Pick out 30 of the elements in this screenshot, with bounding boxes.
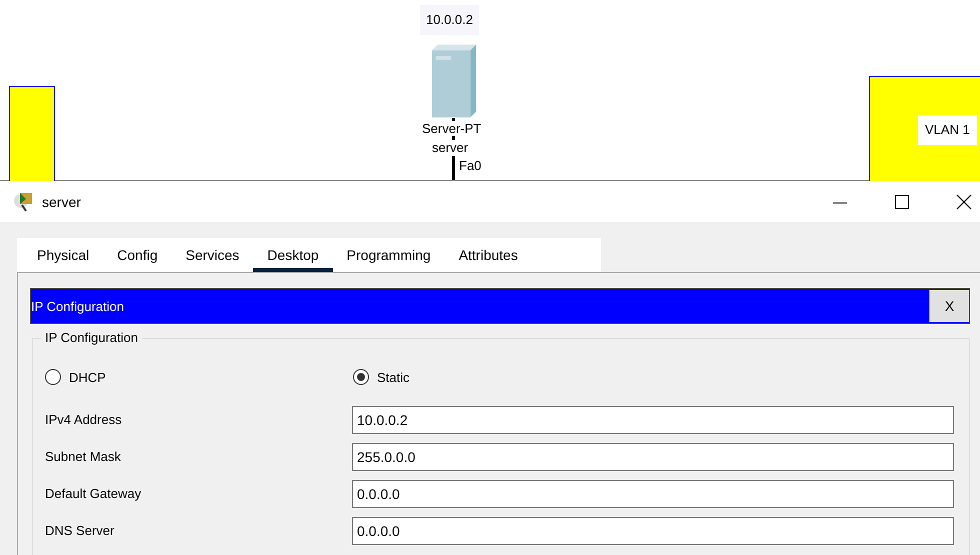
- input-field[interactable]: 255.0.0.0: [352, 442, 954, 470]
- tab[interactable]: Physical: [23, 238, 104, 272]
- tab[interactable]: Programming: [332, 238, 445, 272]
- app-icon: [12, 190, 34, 212]
- input-field[interactable]: 0.0.0.0: [352, 480, 954, 508]
- tab[interactable]: Services: [172, 238, 254, 272]
- group-title: IP Configuration: [41, 330, 142, 345]
- panel-title: IP Configuration: [31, 298, 125, 314]
- field-label: Default Gateway: [45, 486, 142, 501]
- vlan-label: VLAN 1: [918, 115, 977, 145]
- device-name: server: [432, 140, 468, 156]
- port-label: Fa0: [459, 158, 482, 173]
- window-title: server: [42, 194, 81, 210]
- field-label: DNS Server: [45, 523, 116, 538]
- device-model: Server-PT: [422, 121, 482, 136]
- radio-label: DHCP: [69, 370, 106, 384]
- radio-label: Static: [377, 370, 410, 384]
- close-icon[interactable]: [956, 194, 972, 210]
- tab[interactable]: Config: [103, 238, 172, 272]
- input-field[interactable]: 10.0.0.2: [352, 406, 954, 434]
- maximize-icon[interactable]: [894, 194, 910, 210]
- input-field[interactable]: 0.0.0.0: [352, 516, 954, 544]
- tab[interactable]: Attributes: [444, 238, 532, 272]
- field-label: IPv4 Address: [45, 412, 123, 427]
- close-button[interactable]: X: [929, 290, 969, 322]
- radio-button[interactable]: [353, 369, 369, 385]
- field-label: Subnet Mask: [45, 449, 122, 464]
- tab[interactable]: Desktop: [253, 238, 333, 272]
- ip-label: 10.0.0.2: [420, 5, 479, 35]
- radio-button[interactable]: [45, 369, 61, 385]
